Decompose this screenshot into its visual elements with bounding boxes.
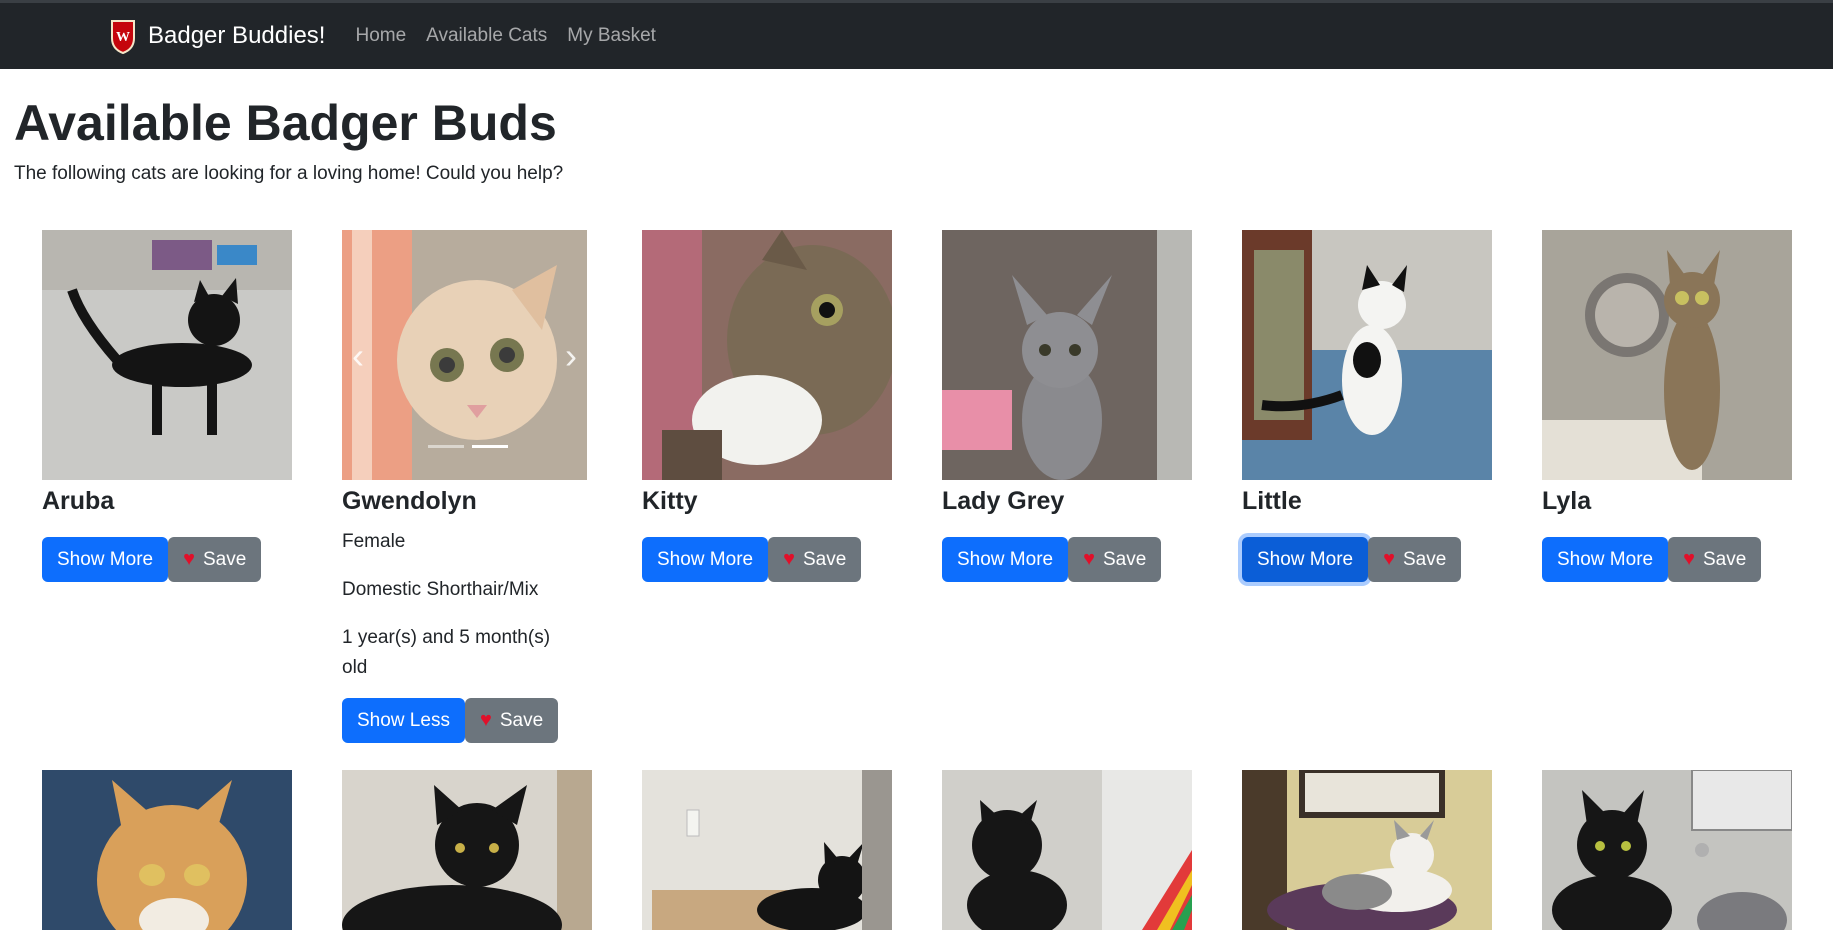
save-label: Save: [1702, 548, 1747, 570]
show-more-button[interactable]: Show More: [1542, 537, 1669, 582]
cat-name: Lyla: [1542, 487, 1592, 515]
cat-photo-image: [42, 230, 292, 480]
heart-icon: ♥: [1083, 548, 1095, 570]
cat-card: [942, 770, 1192, 930]
carousel-indicator-active[interactable]: [472, 445, 508, 448]
cat-photo: [1542, 230, 1792, 480]
cat-name: Kitty: [642, 487, 698, 515]
carousel-indicators: [424, 445, 512, 448]
save-label: Save: [202, 548, 247, 570]
cat-card: Aruba Show More ♥ Save: [42, 230, 292, 582]
cat-card: Lady Grey Show More ♥ Save: [942, 230, 1192, 582]
show-less-button[interactable]: Show Less: [342, 698, 465, 743]
cat-name: Gwendolyn: [342, 487, 477, 515]
save-label: Save: [1402, 548, 1447, 570]
cat-gender: Female: [342, 531, 406, 552]
page-title: Available Badger Buds: [14, 95, 557, 151]
cat-photo: [342, 770, 592, 930]
svg-text:W: W: [116, 30, 130, 45]
cat-card: [342, 770, 592, 930]
cat-carousel: ‹ ›: [342, 230, 587, 480]
cat-photo-image: [942, 770, 1192, 930]
cat-card: [642, 770, 892, 930]
cat-photo: [642, 770, 892, 930]
save-button[interactable]: ♥ Save: [1668, 537, 1762, 582]
brand-text: Badger Buddies!: [148, 22, 326, 49]
cat-photo: [942, 770, 1192, 930]
cat-name: Little: [1242, 487, 1302, 515]
cat-photo: [1242, 230, 1492, 480]
cat-card: Little Show More ♥ Save: [1242, 230, 1492, 582]
cat-card: Kitty Show More ♥ Save: [642, 230, 892, 582]
cat-photo-image: [1542, 770, 1792, 930]
nav-link-my-basket[interactable]: My Basket: [567, 25, 656, 47]
cat-photo-image: [942, 230, 1192, 480]
carousel-next-icon[interactable]: ›: [565, 338, 577, 374]
navbar: W Badger Buddies! Home Available Cats My…: [0, 0, 1833, 69]
show-more-button[interactable]: Show More: [642, 537, 769, 582]
nav-link-home[interactable]: Home: [355, 25, 406, 47]
save-button[interactable]: ♥ Save: [1068, 537, 1162, 582]
cat-photo-image: [342, 230, 587, 480]
heart-icon: ♥: [783, 548, 795, 570]
show-more-button[interactable]: Show More: [942, 537, 1069, 582]
cat-card: [1242, 770, 1492, 930]
cat-name: Aruba: [42, 487, 115, 515]
page-subtitle: The following cats are looking for a lov…: [14, 163, 564, 184]
heart-icon: ♥: [183, 548, 195, 570]
cat-photo: [1242, 770, 1492, 930]
save-button[interactable]: ♥ Save: [168, 537, 262, 582]
cat-photo: [942, 230, 1192, 480]
cat-photo-image: [1242, 770, 1492, 930]
cat-photo-image: [1242, 230, 1492, 480]
heart-icon: ♥: [1683, 548, 1695, 570]
show-more-button[interactable]: Show More: [42, 537, 169, 582]
save-label: Save: [1102, 548, 1147, 570]
cat-photo: [42, 770, 292, 930]
brand[interactable]: W Badger Buddies!: [110, 18, 325, 54]
cat-card: ‹ › Gwendolyn Female Domestic Shorthair/…: [342, 230, 592, 743]
cat-photo-image: [642, 770, 892, 930]
heart-icon: ♥: [1383, 548, 1395, 570]
cat-photo-image: [1542, 230, 1792, 480]
save-button[interactable]: ♥ Save: [464, 698, 559, 743]
save-label: Save: [499, 709, 544, 731]
carousel-prev-icon[interactable]: ‹: [352, 338, 364, 374]
cat-photo-image: [342, 770, 592, 930]
cat-breed: Domestic Shorthair/Mix: [342, 579, 539, 600]
main-content: Available Badger Buds The following cats…: [0, 95, 1833, 930]
cat-photo-image: [42, 770, 292, 930]
cat-age: 1 year(s) and 5 month(s) old: [342, 627, 551, 678]
save-button[interactable]: ♥ Save: [1368, 537, 1462, 582]
cat-card: [1542, 770, 1792, 930]
uw-crest-logo: W: [111, 20, 135, 54]
cat-name: Lady Grey: [942, 487, 1065, 515]
cat-photo: [642, 230, 892, 480]
cat-photo: [1542, 770, 1792, 930]
cat-photo: [42, 230, 292, 480]
save-button[interactable]: ♥ Save: [768, 537, 862, 582]
cat-photo-image: [642, 230, 892, 480]
nav-link-available-cats[interactable]: Available Cats: [426, 25, 547, 47]
show-more-button[interactable]: Show More: [1242, 537, 1369, 582]
cat-card: Lyla Show More ♥ Save: [1542, 230, 1792, 582]
save-label: Save: [802, 548, 847, 570]
heart-icon: ♥: [479, 709, 492, 731]
carousel-indicator[interactable]: [428, 445, 464, 448]
cat-card: [42, 770, 292, 930]
